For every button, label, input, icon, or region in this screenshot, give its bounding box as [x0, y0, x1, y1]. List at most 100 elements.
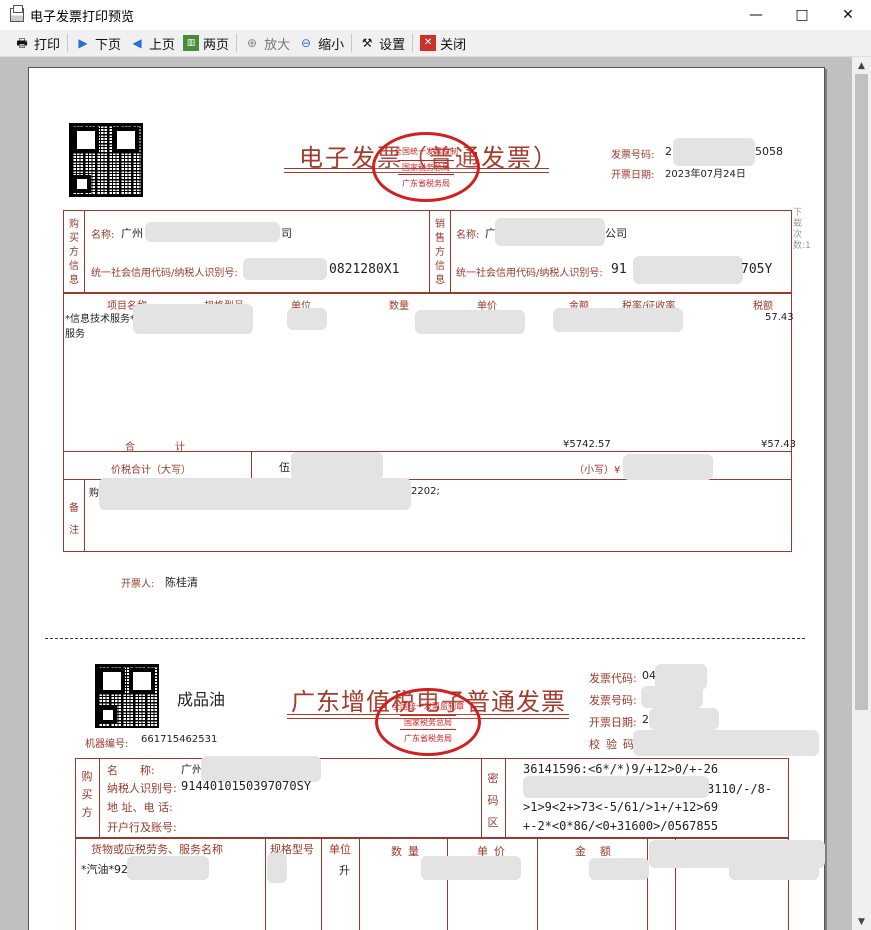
- buyer-name-label: 名称:: [91, 230, 115, 241]
- two-page-icon: ▥: [183, 35, 200, 51]
- total-small-label: （小写）¥: [574, 465, 621, 476]
- total-tax: ¥57.43: [761, 439, 796, 450]
- arrow-left-icon: ◀: [132, 36, 142, 50]
- invoice-number-label: 发票号码:: [589, 694, 637, 707]
- date-label: 开票日期:: [611, 170, 655, 181]
- buyer-name-tail: 司: [281, 227, 292, 240]
- buyer-tax-label: 统一社会信用代码/纳税人识别号:: [91, 268, 238, 279]
- issuer-name: 陈桂清: [165, 576, 198, 589]
- print-label: 打印: [34, 37, 61, 53]
- col-amount: 金额: [575, 845, 625, 858]
- seller-tax-label: 统一社会信用代码/纳税人识别号:: [456, 268, 603, 279]
- redacted-block: [649, 708, 719, 730]
- settings-label: 设置: [379, 37, 406, 53]
- vertical-scrollbar[interactable]: ▲ ▼: [852, 57, 871, 930]
- divider: [447, 838, 448, 930]
- redacted-block: [729, 858, 819, 880]
- bank-account-label: 开户行及账号:: [107, 821, 177, 834]
- col-unit: 单位: [329, 843, 351, 856]
- redacted-block: [633, 256, 743, 284]
- goods-unit: 升: [339, 864, 350, 877]
- cipher-line2: 3110/-/8-: [707, 782, 773, 796]
- redacted-block: [673, 138, 755, 166]
- invoice2-category: 成品油: [177, 690, 226, 709]
- invoice-code-label: 发票代码:: [589, 672, 637, 685]
- zoom-out-button[interactable]: ⊖ 缩小: [294, 32, 348, 54]
- stamp-mid-text: 国家税务总局: [400, 714, 456, 730]
- remarks-label: 备注: [69, 503, 79, 536]
- redacted-block: [623, 454, 713, 480]
- maximize-button[interactable]: □: [779, 0, 825, 30]
- divider: [429, 210, 430, 293]
- buyer-name-head: 广州: [121, 227, 143, 240]
- redacted-block: [133, 304, 253, 334]
- qr-code: [95, 664, 159, 728]
- redacted-block: [415, 310, 525, 334]
- toolbar-separator: [351, 34, 353, 52]
- toolbar-separator: [412, 34, 414, 52]
- cipher-line1: 36141596:<6*/*)9/+12>0/+-26: [523, 762, 719, 776]
- page-separator: [45, 638, 805, 639]
- toolbar-separator: [67, 34, 69, 52]
- settings-button[interactable]: ⚒ 设置: [355, 32, 409, 54]
- close-icon: ✕: [420, 35, 437, 51]
- print-button[interactable]: 🖶 打印: [10, 32, 64, 54]
- buyer-name-head: 广州: [181, 763, 203, 776]
- official-stamp: 全国统一发票监制 国家税务总局 广东省税务局: [372, 132, 480, 202]
- redacted-block: [243, 258, 327, 280]
- divider: [265, 838, 266, 930]
- redacted-block: [589, 858, 649, 880]
- close-label: 关闭: [440, 37, 467, 53]
- remarks-tail: 2202;: [411, 486, 440, 497]
- prev-page-button[interactable]: ◀ 上页: [125, 32, 179, 54]
- redacted-block: [145, 222, 280, 242]
- scroll-down-arrow-icon[interactable]: ▼: [852, 913, 871, 930]
- buyer-tax-tail: 0821280X1: [329, 262, 400, 277]
- remarks-head: 购: [89, 488, 99, 499]
- seller-tax-tail: 705Y: [741, 262, 773, 277]
- item-name-line2: 服务: [65, 329, 85, 340]
- redacted-block: [495, 218, 605, 246]
- stamp-bottom-text: 广东省税务局: [402, 178, 450, 188]
- stamp-top-text: 全国统一发票监制章: [392, 701, 464, 711]
- close-button[interactable]: ✕ 关闭: [416, 32, 470, 54]
- title-bar: 电子发票打印预览 — □ ✕: [0, 0, 871, 30]
- arrow-right-icon: ▶: [78, 36, 88, 50]
- minimize-button[interactable]: —: [733, 0, 779, 30]
- preview-viewport[interactable]: 电子发票（普通发票） 全国统一发票监制 国家税务总局 广东省税务局 发票号码: …: [0, 57, 852, 930]
- seller-name-label: 名称:: [456, 230, 480, 241]
- zoom-in-label: 放大: [264, 37, 291, 53]
- invoice-code-head: 04: [642, 669, 656, 682]
- divider: [251, 451, 252, 479]
- invoice2-date-label: 开票日期:: [589, 716, 637, 729]
- next-page-button[interactable]: ▶ 下页: [71, 32, 125, 54]
- two-page-button[interactable]: ▥ 两页: [179, 32, 233, 54]
- machine-no-label: 机器编号:: [85, 739, 129, 750]
- buyer-name-label: 名 称:: [107, 764, 155, 777]
- item-tax: 57.43: [765, 312, 794, 323]
- preview-page: 电子发票（普通发票） 全国统一发票监制 国家税务总局 广东省税务局 发票号码: …: [28, 67, 825, 930]
- divider: [321, 838, 322, 930]
- close-window-button[interactable]: ✕: [825, 0, 871, 30]
- zoom-in-button[interactable]: ⊕ 放大: [240, 32, 294, 54]
- printer-icon: 🖶: [16, 36, 28, 50]
- toolbar: 🖶 打印 ▶ 下页 ◀ 上页 ▥ 两页 ⊕ 放大 ⊖ 缩小 ⚒ 设置 ✕ 关闭: [0, 30, 871, 57]
- buyer-side-label: 购买方信息: [69, 219, 79, 286]
- scroll-up-arrow-icon[interactable]: ▲: [852, 57, 871, 74]
- col-goods-name: 货物或应税劳务、服务名称: [91, 843, 223, 856]
- invoice2-date-head: 2: [642, 713, 649, 726]
- stamp-top-text: 全国统一发票监制: [394, 146, 458, 156]
- divider: [359, 838, 360, 930]
- redacted-block: [421, 856, 521, 880]
- prev-page-label: 上页: [149, 37, 176, 53]
- cipher-line3: >1>9<2+>73<-5/61/>1+/+12>69: [523, 800, 719, 814]
- col-qty: 数量: [389, 301, 409, 312]
- total-amount: ¥5742.57: [563, 439, 611, 450]
- qr-code: [69, 123, 143, 197]
- download-count-note: 下载次数:1: [793, 208, 811, 251]
- redacted-block: [127, 856, 209, 880]
- col-tax: 税额: [753, 301, 773, 312]
- redacted-block: [553, 308, 683, 332]
- scrollbar-thumb[interactable]: [855, 74, 868, 710]
- invoice-no-head: 2: [665, 145, 672, 158]
